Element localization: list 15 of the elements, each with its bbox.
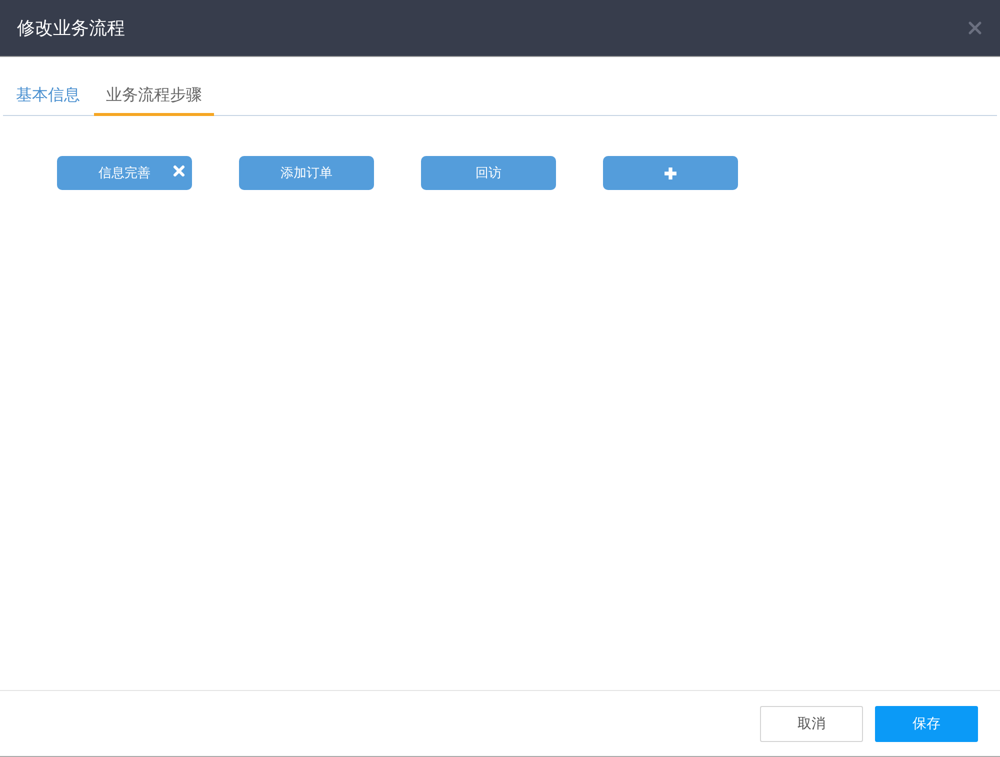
- add-step-button[interactable]: [603, 156, 738, 190]
- step-button[interactable]: 回访: [421, 156, 556, 190]
- step-label: 回访: [476, 165, 502, 182]
- remove-icon[interactable]: [173, 165, 185, 177]
- tab[interactable]: 业务流程步骤: [94, 85, 214, 116]
- save-button[interactable]: 保存: [875, 706, 978, 742]
- close-icon[interactable]: [968, 21, 982, 35]
- dialog-title: 修改业务流程: [17, 17, 125, 40]
- tab[interactable]: 基本信息: [6, 85, 82, 116]
- plus-icon: [664, 166, 677, 180]
- step-button[interactable]: 添加订单: [239, 156, 374, 190]
- step-label: 信息完善: [98, 165, 150, 182]
- step-label: 添加订单: [280, 165, 332, 182]
- step-button[interactable]: 信息完善: [57, 156, 192, 190]
- cancel-button[interactable]: 取消: [760, 706, 863, 742]
